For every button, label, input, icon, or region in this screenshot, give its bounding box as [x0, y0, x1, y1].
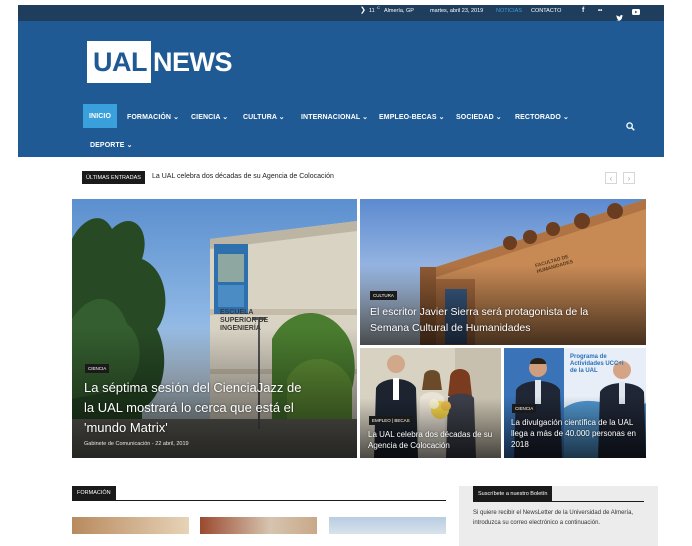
- nav-label: FORMACIÓN: [127, 114, 172, 121]
- nav-rectorado[interactable]: RECTORADO ⌄: [515, 113, 569, 121]
- chevron-down-icon: ⌄: [126, 142, 133, 149]
- facebook-icon[interactable]: f: [582, 7, 584, 14]
- youtube-icon[interactable]: [632, 9, 640, 15]
- chevron-right-icon: ›: [627, 173, 631, 183]
- article-thumbnail[interactable]: [72, 517, 189, 534]
- nav-sociedad[interactable]: SOCIEDAD ⌄: [456, 113, 502, 121]
- chevron-down-icon: ⌄: [362, 114, 369, 121]
- featured-article-1[interactable]: ESCUELA SUPERIOR DE INGENIERÍA CIENCIA L…: [72, 199, 357, 458]
- category-badge[interactable]: EMPLEO | BECAS: [369, 416, 413, 425]
- widget-divider: [473, 501, 644, 502]
- search-icon[interactable]: [626, 122, 635, 131]
- nav-formacion[interactable]: FORMACIÓN ⌄: [127, 113, 179, 121]
- article-date: 22 abril, 2019: [155, 441, 189, 447]
- nav-ciencia[interactable]: CIENCIA ⌄: [191, 113, 228, 121]
- logo-box: UAL: [87, 41, 151, 83]
- nav-label: INTERNACIONAL: [301, 114, 361, 121]
- chevron-down-icon: ⌄: [222, 114, 229, 121]
- nav-cultura[interactable]: CULTURA ⌄: [243, 113, 285, 121]
- article-author[interactable]: Gabinete de Comunicación: [84, 441, 150, 447]
- section-label-formacion[interactable]: FORMACIÓN: [72, 486, 116, 500]
- chevron-down-icon: ⌄: [562, 114, 569, 121]
- chevron-down-icon: ⌄: [495, 114, 502, 121]
- site-logo[interactable]: UAL NEWS: [87, 41, 233, 83]
- chevron-left-icon: ‹: [609, 173, 613, 183]
- newsletter-title: Suscríbete a nuestro Boletín: [473, 486, 553, 501]
- top-bar: ❯ 11 C Almería, GP martes, abril 23, 201…: [18, 5, 664, 21]
- flickr-icon[interactable]: ••: [598, 8, 602, 14]
- site-header: UAL NEWS INICIO FORMACIÓN ⌄ CIENCIA ⌄ CU…: [18, 21, 664, 157]
- top-link-contacto[interactable]: CONTACTO: [531, 8, 561, 14]
- article-title[interactable]: La séptima sesión del CienciaJazz de la …: [84, 378, 314, 438]
- nav-internacional[interactable]: INTERNACIONAL ⌄: [301, 113, 368, 121]
- nav-label: CULTURA: [243, 114, 277, 121]
- ticker-prev-button[interactable]: ‹: [605, 172, 617, 184]
- weather-unit: C: [377, 5, 380, 10]
- logo-text: NEWS: [153, 46, 233, 77]
- nav-deporte[interactable]: DEPORTE ⌄: [90, 141, 133, 149]
- nav-label: SOCIEDAD: [456, 114, 494, 121]
- ticker-label: ÚLTIMAS ENTRADAS: [82, 171, 145, 184]
- newsletter-widget: Suscríbete a nuestro Boletín Si quiere r…: [459, 486, 658, 546]
- weather-city: Almería, GP: [384, 8, 414, 14]
- nav-label: RECTORADO: [515, 114, 561, 121]
- nav-label: INICIO: [89, 112, 111, 120]
- chevron-down-icon: ⌄: [278, 114, 285, 121]
- nav-empleo-becas[interactable]: EMPLEO-BECAS ⌄: [379, 113, 445, 121]
- article-meta: Gabinete de Comunicación - 22 abril, 201…: [84, 441, 189, 447]
- nav-inicio[interactable]: INICIO: [83, 104, 117, 128]
- weather-icon: ❯: [360, 7, 366, 14]
- category-badge[interactable]: CIENCIA: [85, 364, 110, 373]
- featured-article-4[interactable]: Programa de Actividades UCC+i de la UAL …: [504, 348, 646, 458]
- top-date: martes, abril 23, 2019: [430, 8, 484, 14]
- ticker-headline[interactable]: La UAL celebra dos décadas de su Agencia…: [152, 173, 334, 180]
- weather-temp: 11: [369, 8, 375, 14]
- chevron-down-icon: ⌄: [438, 114, 445, 121]
- top-link-noticias[interactable]: NOTICIAS: [496, 8, 522, 14]
- article-title[interactable]: La divulgación científica de la UAL lleg…: [511, 417, 641, 450]
- nav-label: EMPLEO-BECAS: [379, 114, 437, 121]
- ticker-next-button[interactable]: ›: [623, 172, 635, 184]
- article-title[interactable]: La UAL celebra dos décadas de su Agencia…: [368, 429, 493, 451]
- article-thumbnail[interactable]: [200, 517, 317, 534]
- article-title[interactable]: El escritor Javier Sierra será protagoni…: [370, 304, 615, 336]
- nav-label: CIENCIA: [191, 114, 221, 121]
- newsletter-description: Si quiere recibir el NewsLetter de la Un…: [473, 510, 634, 526]
- nav-label: DEPORTE: [90, 142, 125, 149]
- section-divider: [72, 500, 446, 501]
- event-banner: Programa de Actividades UCC+i de la UAL: [570, 354, 624, 374]
- article-thumbnail[interactable]: [329, 517, 446, 534]
- featured-article-2[interactable]: FACULTAD DE HUMANIDADES CULTURA El escri…: [360, 199, 646, 345]
- category-badge[interactable]: CULTURA: [370, 291, 397, 300]
- chevron-down-icon: ⌄: [173, 114, 180, 121]
- featured-article-3[interactable]: EMPLEO | BECAS La UAL celebra dos década…: [360, 348, 501, 458]
- category-badge[interactable]: CIENCIA: [512, 404, 537, 413]
